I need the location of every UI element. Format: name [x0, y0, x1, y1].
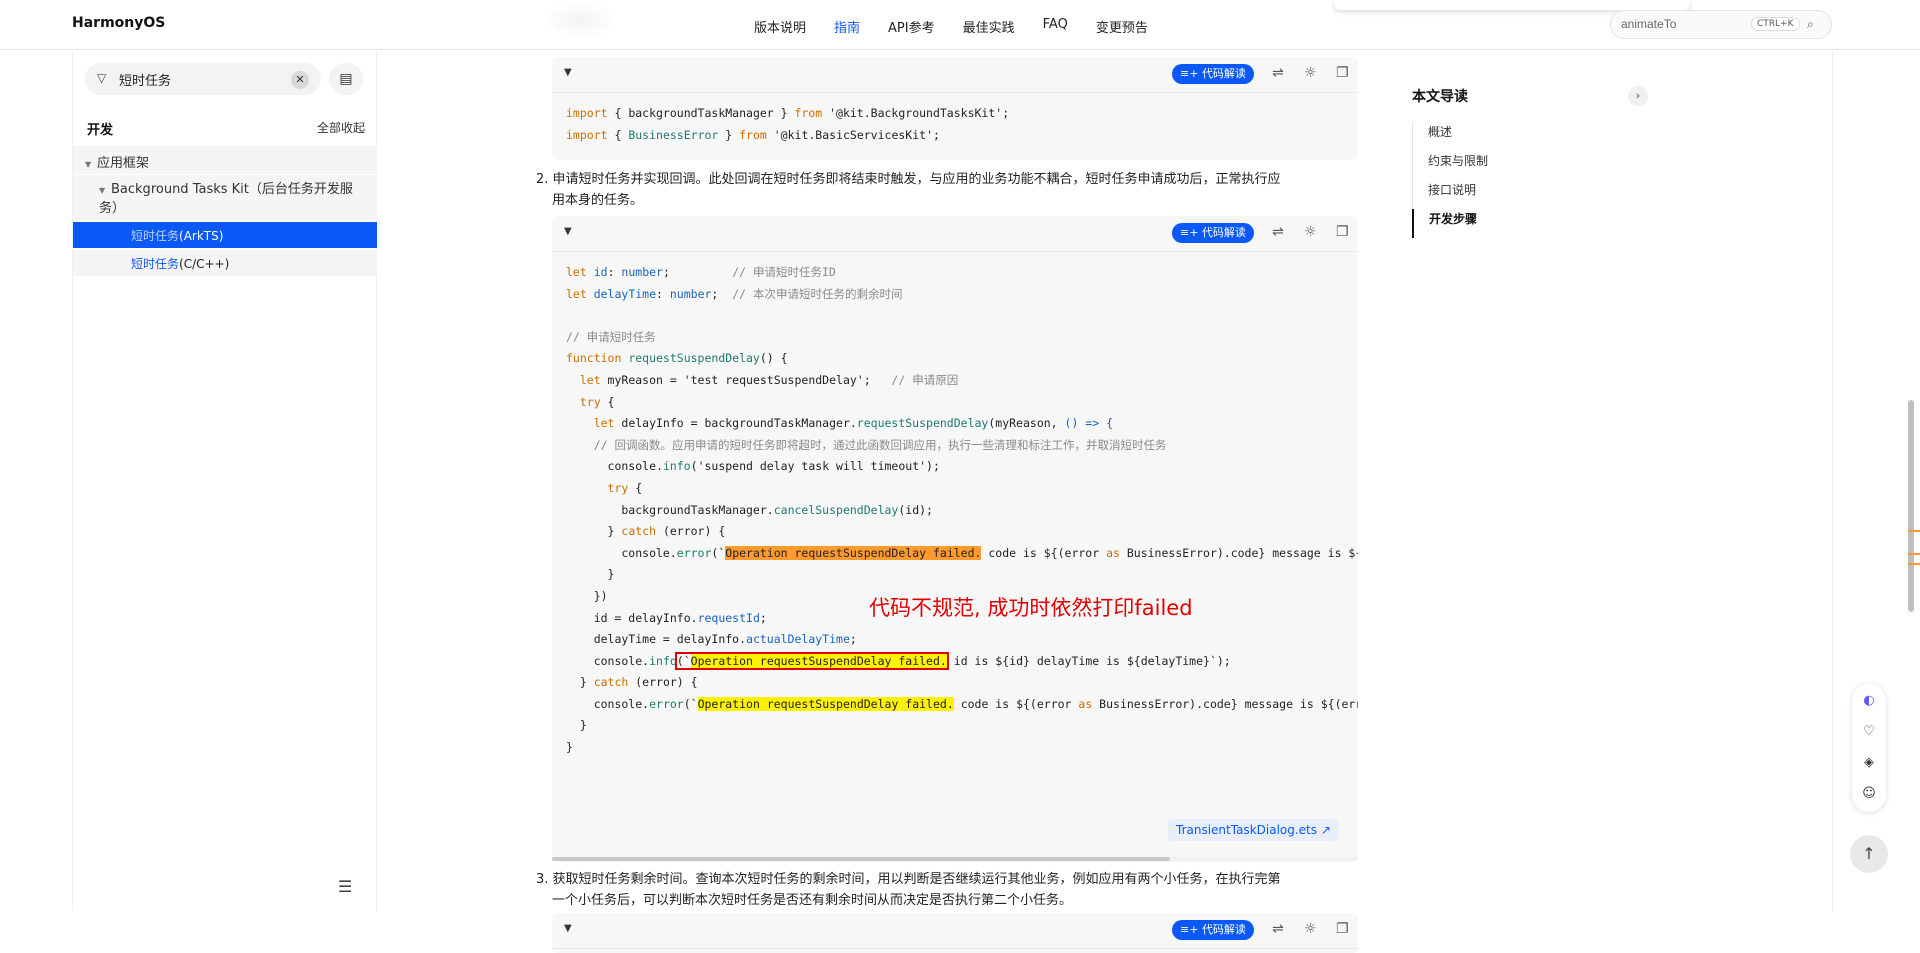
toc-title: 本文导读 — [1412, 89, 1468, 105]
sidebar-item-highlight: 短时任务 — [131, 229, 180, 243]
sidebar-item-transient-task-arkts[interactable]: 短时任务(ArkTS) — [73, 222, 377, 248]
main-nav: 版本说明 指南 API参考 最佳实践 FAQ 变更预告 — [740, 0, 1162, 50]
arrow-up-icon: ↑ — [1862, 844, 1876, 863]
search-shortcut-badge: CTRL+K — [1751, 17, 1800, 31]
source-file-link[interactable]: TransientTaskDialog.ets ↗ — [1168, 819, 1339, 841]
top-bar: HarmonyOS 版本说明 指南 API参考 最佳实践 FAQ 变更预告 CT… — [0, 0, 1920, 50]
table-of-contents: 本文导读 › 概述 约束与限制 接口说明 开发步骤 — [1412, 86, 1652, 238]
decorative-blob — [540, 0, 620, 40]
code-explain-button[interactable]: ≡+ 代码解读 — [1172, 64, 1254, 84]
nav-faq[interactable]: FAQ — [1029, 0, 1082, 50]
toc-list: 概述 约束与限制 接口说明 开发步骤 — [1412, 122, 1632, 238]
edge-marker — [1908, 553, 1920, 555]
theme-icon[interactable]: ☼ — [1304, 65, 1317, 81]
sidebar-item-highlight: 短时任务 — [131, 257, 180, 271]
step-3-line-1: 3. 获取短时任务剩余时间。查询本次短时任务的剩余时间，用以判断是否继续运行其他… — [536, 872, 1281, 887]
wrap-icon[interactable]: ⇌ — [1272, 224, 1284, 240]
step-2-text: 2. 申请短时任务并实现回调。此处回调在短时任务即将结束时触发，与应用的业务功能… — [536, 169, 1356, 211]
step-3-line-2: 一个小任务后，可以判断本次短时任务是否还有剩余时间从而决定是否执行第二个小任务。 — [552, 893, 1073, 908]
filter-text[interactable]: 短时任务 — [119, 70, 171, 89]
step-2-line-2: 用本身的任务。 — [552, 193, 644, 208]
toc-item-constraints[interactable]: 约束与限制 — [1413, 151, 1632, 180]
code-explain-button[interactable]: ≡+ 代码解读 — [1172, 223, 1254, 243]
sidebar-item-label: Background Tasks Kit（后台任务开发服务） — [99, 182, 353, 216]
page-scrollbar-thumb[interactable] — [1908, 400, 1914, 612]
highlight-failed-text: Operation requestSuspendDelay failed. — [690, 653, 947, 668]
external-link-icon: ↗ — [1320, 823, 1331, 837]
collapse-toggle-icon[interactable]: ▼ — [564, 67, 572, 78]
sidebar-item-label: 应用框架 — [97, 156, 150, 171]
collapse-sidebar-icon[interactable]: ☰ — [338, 877, 352, 896]
caret-down-icon: ▼ — [85, 160, 92, 169]
search-input[interactable] — [1621, 17, 1741, 31]
highlight-failed-text: Operation requestSuspendDelay failed. — [725, 545, 982, 560]
chevron-right-icon[interactable]: › — [1628, 86, 1648, 106]
copy-icon[interactable]: ❐ — [1336, 224, 1349, 240]
edge-marker — [1908, 530, 1920, 532]
back-to-top-button[interactable]: ↑ — [1850, 835, 1888, 873]
code-horizontal-scrollbar[interactable] — [552, 857, 1358, 861]
step-3-text: 3. 获取短时任务剩余时间。查询本次短时任务的剩余时间，用以判断是否继续运行其他… — [536, 869, 1356, 911]
code-content: let id: number; // 申请短时任务ID let delayTime… — [566, 265, 1358, 755]
copy-icon[interactable]: ❐ — [1336, 65, 1349, 81]
step-2-line-1: 2. 申请短时任务并实现回调。此处回调在短时任务即将结束时触发，与应用的业务功能… — [536, 172, 1281, 187]
logo[interactable]: HarmonyOS — [72, 15, 165, 31]
sidebar-item-label: (ArkTS) — [179, 229, 224, 243]
right-divider — [1832, 51, 1833, 911]
theme-icon[interactable]: ☼ — [1304, 921, 1317, 937]
collapse-toggle-icon[interactable]: ▼ — [564, 923, 572, 934]
assistant-icon[interactable]: ◐ — [1861, 693, 1877, 709]
code-block-header: ▼ ≡+ 代码解读 ⇌ ☼ ❐ — [552, 913, 1358, 949]
sidebar-item-label: (C/C++) — [179, 257, 230, 271]
code-block-imports: ▼ ≡+ 代码解读 ⇌ ☼ ❐ import { backgroundTaskM… — [552, 57, 1358, 160]
nav-api-reference[interactable]: API参考 — [874, 0, 949, 50]
copy-icon[interactable]: ❐ — [1336, 921, 1349, 937]
theme-icon[interactable]: ☼ — [1304, 224, 1317, 240]
nav-best-practices[interactable]: 最佳实践 — [949, 0, 1029, 50]
annotation-box: (`Operation requestSuspendDelay failed. — [674, 651, 949, 670]
code-block-header: ▼ ≡+ 代码解读 ⇌ ☼ ❐ — [552, 216, 1358, 252]
nav-change-notice[interactable]: 变更预告 — [1082, 0, 1162, 50]
doc-search-icon[interactable]: ▤ — [329, 63, 363, 95]
toc-item-interfaces[interactable]: 接口说明 — [1413, 180, 1632, 209]
layers-icon[interactable]: ◈ — [1861, 755, 1877, 771]
code-block-header: ▼ ≡+ 代码解读 ⇌ ☼ ❐ — [552, 57, 1358, 93]
wrap-icon[interactable]: ⇌ — [1272, 921, 1284, 937]
code-block-request: ▼ ≡+ 代码解读 ⇌ ☼ ❐ let id: number; // 申请短时任… — [552, 216, 1358, 862]
scrollbar-thumb[interactable] — [552, 857, 1170, 861]
sidebar-item-transient-task-cpp[interactable]: 短时任务(C/C++) — [73, 250, 377, 276]
code-explain-button[interactable]: ≡+ 代码解读 — [1172, 920, 1254, 940]
sidebar-item-app-framework[interactable]: ▼ 应用框架 — [73, 146, 377, 174]
feedback-icon[interactable]: ♡ — [1861, 724, 1877, 740]
search-box[interactable]: CTRL+K ⌕ — [1610, 10, 1832, 39]
sidebar-title: 开发 — [87, 123, 114, 138]
smiley-icon[interactable]: ☺ — [1861, 786, 1877, 802]
toc-item-overview[interactable]: 概述 — [1413, 122, 1632, 151]
code-content: import { backgroundTaskManager } from '@… — [566, 106, 1010, 142]
clear-icon[interactable]: ✕ — [291, 71, 309, 89]
search-icon[interactable]: ⌕ — [1807, 17, 1814, 32]
sidebar-filter[interactable]: ▽ 短时任务 ✕ — [85, 63, 321, 95]
code-block-remaining-time: ▼ ≡+ 代码解读 ⇌ ☼ ❐ — [552, 913, 1358, 953]
wrap-icon[interactable]: ⇌ — [1272, 65, 1284, 81]
annotation-text: 代码不规范, 成功时依然打印failed — [869, 596, 1193, 620]
nav-release-notes[interactable]: 版本说明 — [740, 0, 820, 50]
collapse-toggle-icon[interactable]: ▼ — [564, 226, 572, 237]
filter-icon: ▽ — [97, 71, 107, 85]
nav-guide[interactable]: 指南 — [820, 0, 874, 50]
popup-edge — [1334, 0, 1690, 10]
sidebar-item-background-tasks-kit[interactable]: ▼ Background Tasks Kit（后台任务开发服务） — [73, 175, 377, 221]
caret-down-icon: ▼ — [99, 186, 106, 195]
collapse-all-button[interactable]: 全部收起 — [317, 119, 365, 136]
sidebar: ▽ 短时任务 ✕ ▤ 开发 全部收起 ▼ 应用框架 ▼ Background Tas… — [72, 51, 377, 911]
edge-marker — [1908, 563, 1920, 565]
floating-toolbar: ◐ ♡ ◈ ☺ — [1852, 684, 1886, 812]
toc-item-dev-steps[interactable]: 开发步骤 — [1412, 209, 1632, 238]
main-content: ▼ ≡+ 代码解读 ⇌ ☼ ❐ import { backgroundTaskM… — [530, 51, 1360, 953]
highlight-failed-text: Operation requestSuspendDelay failed. — [697, 696, 954, 711]
